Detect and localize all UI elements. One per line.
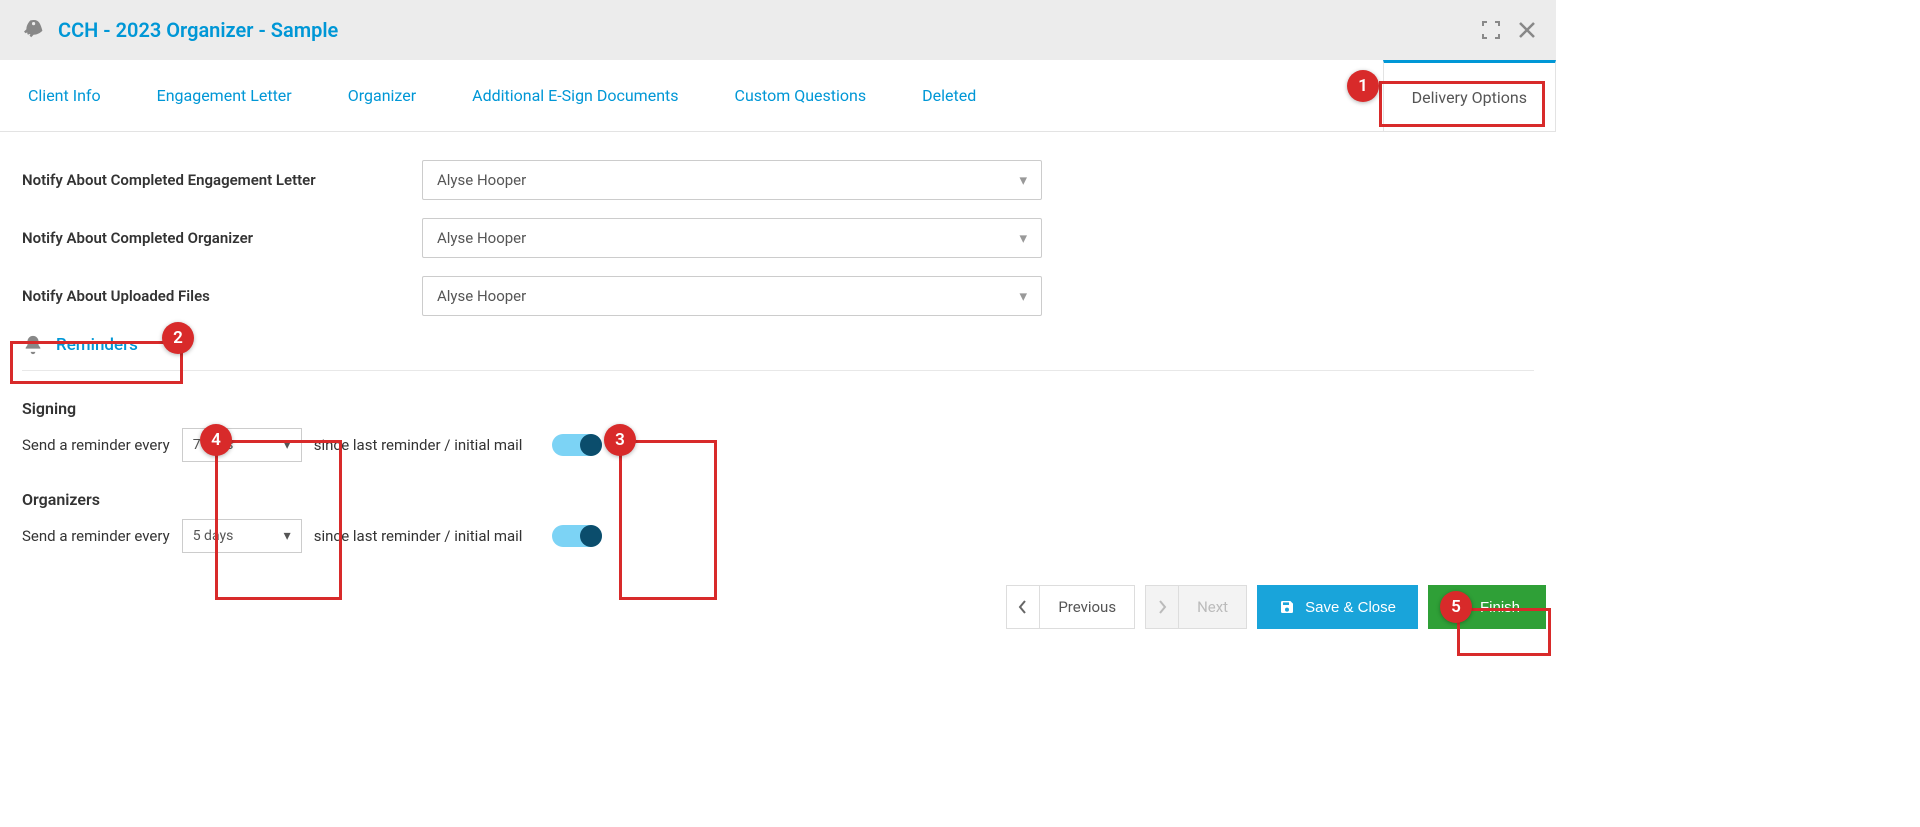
btn-group-next: Next [1145,585,1247,629]
dropdown-value: Alyse Hooper [437,171,526,189]
window-header: CCH - 2023 Organizer - Sample [0,0,1556,60]
tab-bar: Client Info Engagement Letter Organizer … [0,60,1556,132]
tab-client-info[interactable]: Client Info [0,60,129,131]
reminder-suffix: since last reminder / initial mail [314,527,523,545]
dropdown-uploaded[interactable]: Alyse Hooper ▾ [422,276,1042,316]
finish-button[interactable]: Finish [1428,585,1546,629]
rocket-icon [20,18,44,42]
previous-button[interactable]: Previous [1040,585,1135,629]
field-row-organizer: Notify About Completed Organizer Alyse H… [22,218,1534,258]
dropdown-organizer[interactable]: Alyse Hooper ▾ [422,218,1042,258]
save-close-label: Save & Close [1305,599,1396,616]
reminder-heading-signing: Signing [22,399,1534,418]
label-engagement: Notify About Completed Engagement Letter [22,171,422,189]
chevron-down-icon: ▾ [1019,287,1027,305]
label-uploaded: Notify About Uploaded Files [22,287,422,305]
tab-engagement-letter[interactable]: Engagement Letter [129,60,320,131]
dropdown-value: Alyse Hooper [437,287,526,305]
next-chevron [1145,585,1179,629]
chevron-down-icon: ▾ [284,437,291,453]
field-row-uploaded: Notify About Uploaded Files Alyse Hooper… [22,276,1534,316]
toggle-organizers-reminder[interactable] [552,525,602,547]
toggle-knob [580,525,602,547]
content-area: Notify About Completed Engagement Letter… [0,132,1556,563]
reminder-row-organizers: Send a reminder every 5 days ▾ since las… [22,519,1534,553]
section-header-reminders: Reminders [22,334,1534,371]
bell-icon [22,334,44,356]
dropdown-signing-interval[interactable]: 7 days ▾ [182,428,302,462]
tab-organizer[interactable]: Organizer [320,60,444,131]
tab-additional-esign[interactable]: Additional E-Sign Documents [444,60,706,131]
reminder-block-organizers: Organizers Send a reminder every 5 days … [22,490,1534,553]
reminder-prefix: Send a reminder every [22,436,170,454]
field-row-engagement: Notify About Completed Engagement Letter… [22,160,1534,200]
check-icon [1454,599,1470,615]
dropdown-engagement[interactable]: Alyse Hooper ▾ [422,160,1042,200]
save-icon [1279,599,1295,615]
chevron-down-icon: ▾ [1019,171,1027,189]
reminder-heading-organizers: Organizers [22,490,1534,509]
tab-deleted[interactable]: Deleted [894,60,1004,131]
dropdown-organizers-interval[interactable]: 5 days ▾ [182,519,302,553]
page-title: CCH - 2023 Organizer - Sample [58,18,1482,42]
btn-group-previous: Previous [1006,585,1135,629]
chevron-down-icon: ▾ [284,528,291,544]
save-close-button[interactable]: Save & Close [1257,585,1418,629]
reminder-row-signing: Send a reminder every 7 days ▾ since las… [22,428,1534,462]
dropdown-value: 7 days [193,437,234,453]
footer-actions: Previous Next Save & Close Finish [0,563,1556,651]
dropdown-value: 5 days [193,528,234,544]
toggle-knob [580,434,602,456]
toggle-signing-reminder[interactable] [552,434,602,456]
reminder-prefix: Send a reminder every [22,527,170,545]
dropdown-value: Alyse Hooper [437,229,526,247]
chevron-down-icon: ▾ [1019,229,1027,247]
reminder-suffix: since last reminder / initial mail [314,436,523,454]
tab-custom-questions[interactable]: Custom Questions [707,60,895,131]
tab-delivery-options[interactable]: Delivery Options [1383,60,1556,131]
section-title-reminders: Reminders [56,335,138,355]
expand-icon[interactable] [1482,21,1500,39]
label-organizer: Notify About Completed Organizer [22,229,422,247]
previous-chevron[interactable] [1006,585,1040,629]
reminder-block-signing: Signing Send a reminder every 7 days ▾ s… [22,399,1534,462]
next-button: Next [1179,585,1247,629]
finish-label: Finish [1480,599,1520,616]
close-icon[interactable] [1518,21,1536,39]
